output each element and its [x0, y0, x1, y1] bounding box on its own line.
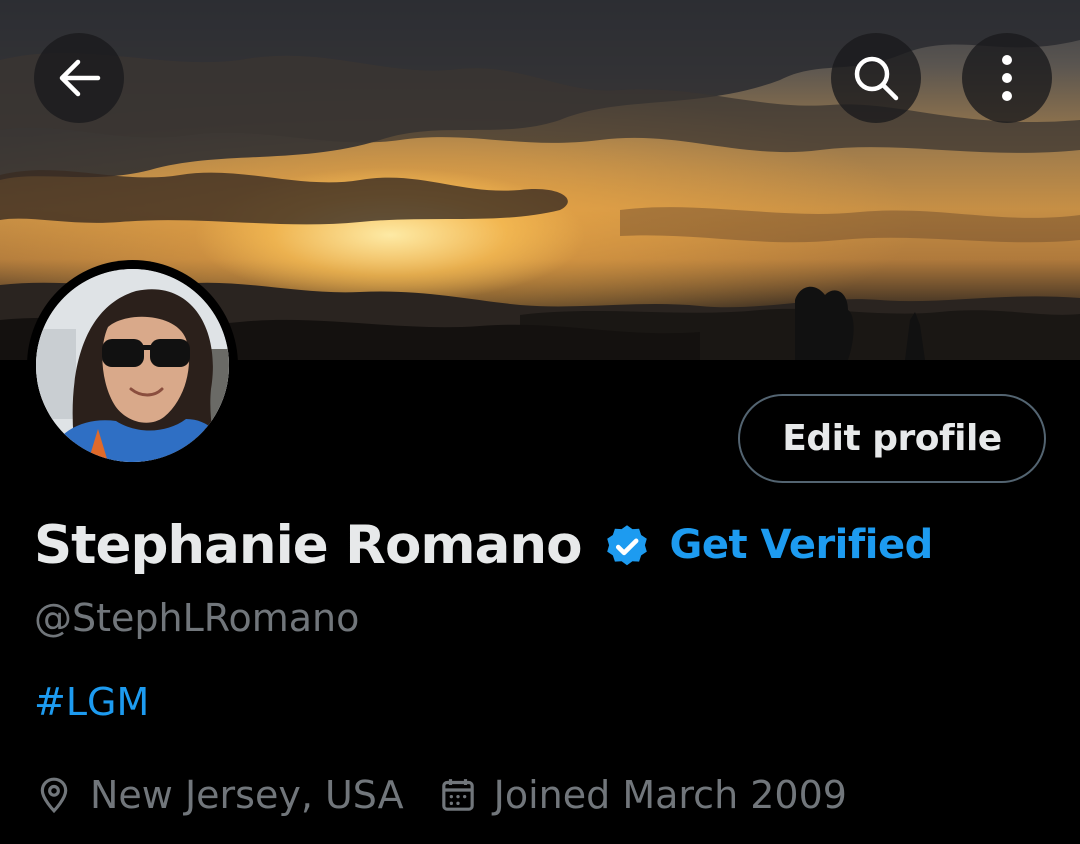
more-vertical-icon	[1002, 55, 1012, 101]
profile-avatar[interactable]	[27, 260, 238, 471]
arrow-left-icon	[59, 59, 101, 97]
get-verified-link[interactable]: Get Verified	[670, 522, 934, 568]
more-options-button[interactable]	[962, 33, 1052, 123]
location-pin-icon	[40, 777, 68, 814]
joined-date-text: Joined March 2009	[493, 773, 847, 817]
user-handle: @StephLRomano	[34, 596, 360, 640]
verified-badge-icon[interactable]	[602, 520, 652, 570]
display-name: Stephanie Romano	[34, 514, 583, 576]
avatar-portrait-image	[36, 269, 229, 462]
search-button[interactable]	[831, 33, 921, 123]
bio-hashtag-link[interactable]: #LGM	[34, 680, 149, 724]
edit-profile-button[interactable]: Edit profile	[738, 394, 1046, 483]
avatar-photo	[36, 269, 229, 462]
name-row: Stephanie Romano Get Verified	[34, 510, 933, 580]
search-icon	[854, 56, 899, 101]
profile-meta-row: New Jersey, USA Joined March 2009	[34, 768, 847, 822]
location-text: New Jersey, USA	[90, 773, 404, 817]
back-button[interactable]	[34, 33, 124, 123]
calendar-icon	[441, 779, 474, 811]
